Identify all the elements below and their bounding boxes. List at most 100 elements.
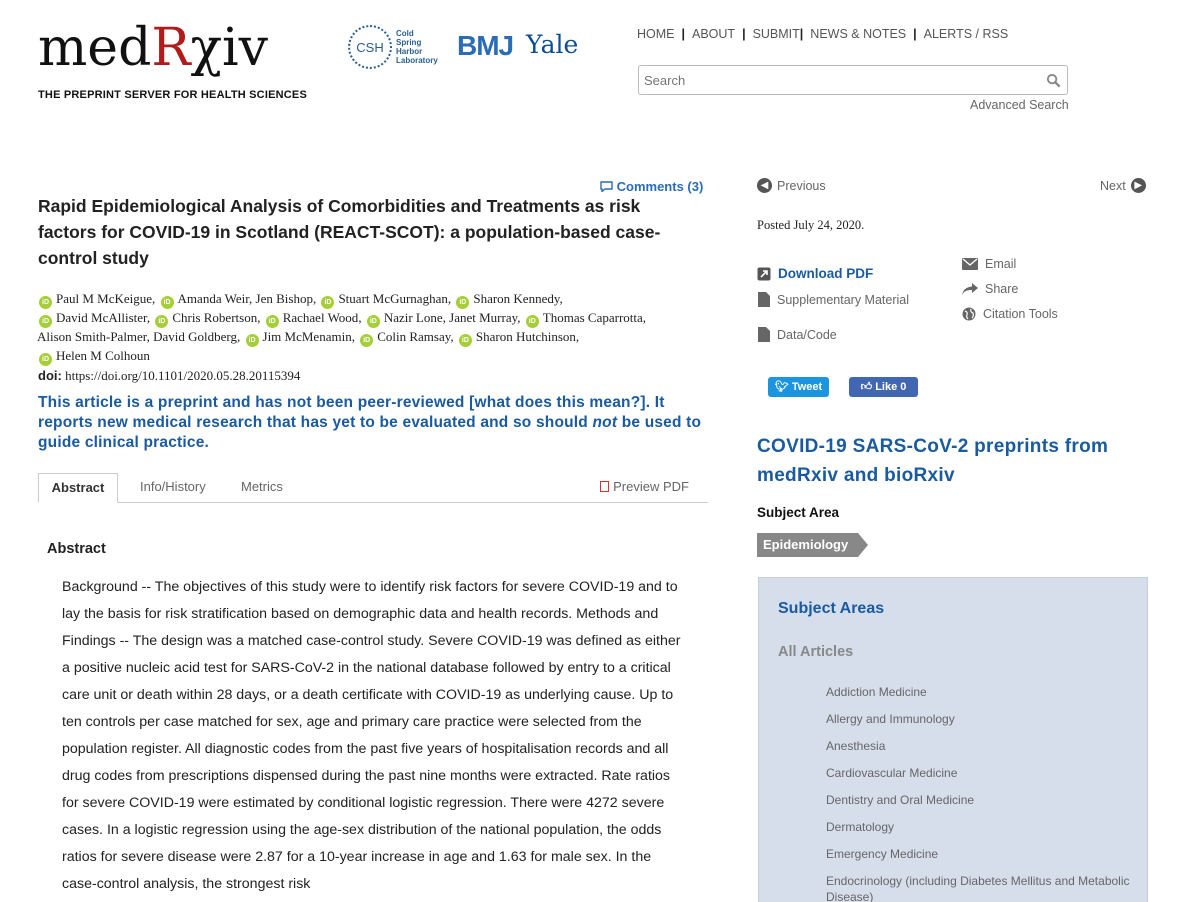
next-label: Next: [1100, 178, 1126, 193]
all-articles-link[interactable]: All Articles: [778, 644, 853, 660]
author-name[interactable]: Rachael Wood: [283, 310, 359, 325]
subject-item[interactable]: Allergy and Immunology: [826, 711, 1136, 738]
logo-tagline: THE PREPRINT SERVER FOR HEALTH SCIENCES: [38, 89, 307, 101]
orcid-icon[interactable]: iD: [458, 334, 472, 347]
author-name[interactable]: Jim McMenamin: [263, 329, 352, 344]
orcid-icon[interactable]: iD: [39, 353, 52, 366]
orcid-icon[interactable]: iD: [39, 296, 52, 309]
download-pdf-link[interactable]: Download PDF: [757, 266, 873, 281]
facebook-like-button[interactable]: 👍︎ Like 0: [849, 377, 918, 397]
data-code-label: Data/Code: [777, 327, 837, 342]
preprint-notice: This article is a preprint and has not b…: [38, 394, 702, 451]
comments-link[interactable]: Comments (3): [600, 179, 703, 194]
author-name[interactable]: Paul M McKeigue: [56, 291, 152, 306]
nav-alerts[interactable]: ALERTS / RSS: [924, 27, 1009, 41]
orcid-icon[interactable]: iD: [160, 296, 174, 309]
orcid-icon[interactable]: iD: [155, 315, 169, 328]
yale-logo[interactable]: Yale: [526, 30, 578, 59]
orcid-icon[interactable]: iD: [360, 334, 374, 347]
abstract-text: Background -- The objectives of this stu…: [62, 579, 681, 892]
download-icon: [757, 267, 771, 280]
orcid-icon[interactable]: iD: [366, 315, 380, 328]
subject-tag-epidemiology[interactable]: Epidemiology: [757, 533, 869, 557]
subject-item[interactable]: Endocrinology (including Diabetes Mellit…: [826, 873, 1136, 902]
nav-submit[interactable]: SUBMIT: [753, 27, 800, 41]
bmj-logo[interactable]: BMJ: [457, 30, 514, 62]
pdf-icon: [600, 481, 610, 492]
subject-item[interactable]: Emergency Medicine: [826, 846, 1136, 873]
envelope-icon: [962, 258, 978, 270]
download-pdf-label: Download PDF: [778, 266, 874, 281]
orcid-icon[interactable]: iD: [265, 315, 279, 328]
subject-item[interactable]: Cardiovascular Medicine: [826, 765, 1136, 792]
nav-news[interactable]: NEWS & NOTES: [810, 27, 906, 41]
author-name[interactable]: David McAllister: [56, 310, 147, 325]
preview-pdf-link[interactable]: Preview PDF: [600, 473, 689, 503]
author-name[interactable]: Colin Ramsay: [377, 329, 450, 344]
subject-area-label: Subject Area: [757, 505, 840, 520]
search-icon[interactable]: [1046, 73, 1061, 88]
subject-item[interactable]: Dentistry and Oral Medicine: [826, 792, 1136, 819]
comments-label: Comments (3): [616, 179, 704, 194]
covid-preprints-link[interactable]: COVID-19 SARS-CoV-2 preprints from medRx…: [757, 432, 1157, 490]
author-name[interactable]: Helen M Colhoun: [56, 348, 150, 363]
nav-about[interactable]: ABOUT: [692, 27, 735, 41]
author-name[interactable]: Sharon Kennedy: [473, 291, 559, 306]
csh-initials: CSH: [348, 25, 392, 69]
share-link[interactable]: Share: [962, 282, 1018, 296]
logo-suffix: χiv: [190, 18, 269, 78]
author-name[interactable]: Janet Murray: [449, 310, 517, 325]
nav-separator: |: [799, 27, 804, 41]
csh-wordmark: Cold Spring Harbor Laboratory: [396, 29, 438, 65]
next-link[interactable]: Next ▶: [1100, 178, 1146, 193]
author-name[interactable]: Nazir Lone: [384, 310, 443, 325]
tab-abstract[interactable]: Abstract: [38, 473, 118, 503]
nav-home[interactable]: HOME: [637, 27, 675, 41]
nav-separator: |: [681, 27, 686, 41]
tab-info-history[interactable]: Info/History: [140, 473, 206, 503]
thumbs-up-icon: 👍︎: [860, 381, 876, 393]
csh-logo[interactable]: CSH Cold Spring Harbor Laboratory: [348, 25, 438, 69]
nav-separator: |: [742, 27, 746, 41]
doi-link[interactable]: https://doi.org/10.1101/2020.05.28.20115…: [65, 368, 300, 383]
subject-item[interactable]: Addiction Medicine: [826, 684, 1136, 711]
author-name[interactable]: Thomas Caparrotta: [543, 310, 643, 325]
tweet-button[interactable]: 🐦︎ Tweet: [768, 377, 829, 397]
author-name[interactable]: Chris Robertson: [172, 310, 257, 325]
author-name[interactable]: Amanda Weir: [178, 291, 249, 306]
article-title: Rapid Epidemiological Analysis of Comorb…: [38, 196, 661, 268]
advanced-search-link[interactable]: Advanced Search: [970, 98, 1069, 112]
subject-item[interactable]: Dermatology: [826, 819, 1136, 846]
previous-label: Previous: [777, 178, 826, 193]
orcid-icon[interactable]: iD: [39, 315, 52, 328]
citation-tools-link[interactable]: Citation Tools: [962, 307, 1058, 321]
author-name[interactable]: Sharon Hutchinson: [476, 329, 576, 344]
subject-item[interactable]: Anesthesia: [826, 738, 1136, 765]
data-code-link[interactable]: Data/Code: [758, 327, 837, 342]
orcid-icon[interactable]: iD: [321, 296, 335, 309]
tab-metrics[interactable]: Metrics: [241, 473, 283, 503]
previous-link[interactable]: ◀ Previous: [757, 178, 826, 193]
supplementary-label: Supplementary Material: [777, 292, 910, 307]
orcid-icon[interactable]: iD: [245, 334, 259, 347]
like-label: Like 0: [875, 381, 907, 393]
logo-prefix: med: [38, 18, 152, 78]
orcid-icon[interactable]: iD: [456, 296, 470, 309]
share-icon: [962, 282, 978, 295]
author-name[interactable]: Stuart McGurnaghan: [338, 291, 447, 306]
medrxiv-logo[interactable]: medRχiv: [38, 18, 268, 78]
tweet-label: Tweet: [791, 381, 823, 393]
orcid-icon[interactable]: iD: [525, 315, 539, 328]
supplementary-material-link[interactable]: Supplementary Material: [758, 292, 909, 307]
share-label: Share: [985, 282, 1019, 296]
author-name[interactable]: Alison Smith-Palmer: [37, 329, 147, 344]
search-input[interactable]: [639, 66, 1034, 94]
email-link[interactable]: Email: [962, 257, 1016, 271]
nav-separator: |: [913, 27, 917, 41]
preview-pdf-label: Preview PDF: [613, 479, 689, 494]
author-name[interactable]: Jen Bishop: [256, 291, 313, 306]
file-icon: [758, 292, 770, 307]
author-name[interactable]: David Goldberg: [153, 329, 237, 344]
twitter-bird-icon: 🐦︎: [774, 381, 792, 393]
citation-tools-label: Citation Tools: [983, 307, 1058, 321]
